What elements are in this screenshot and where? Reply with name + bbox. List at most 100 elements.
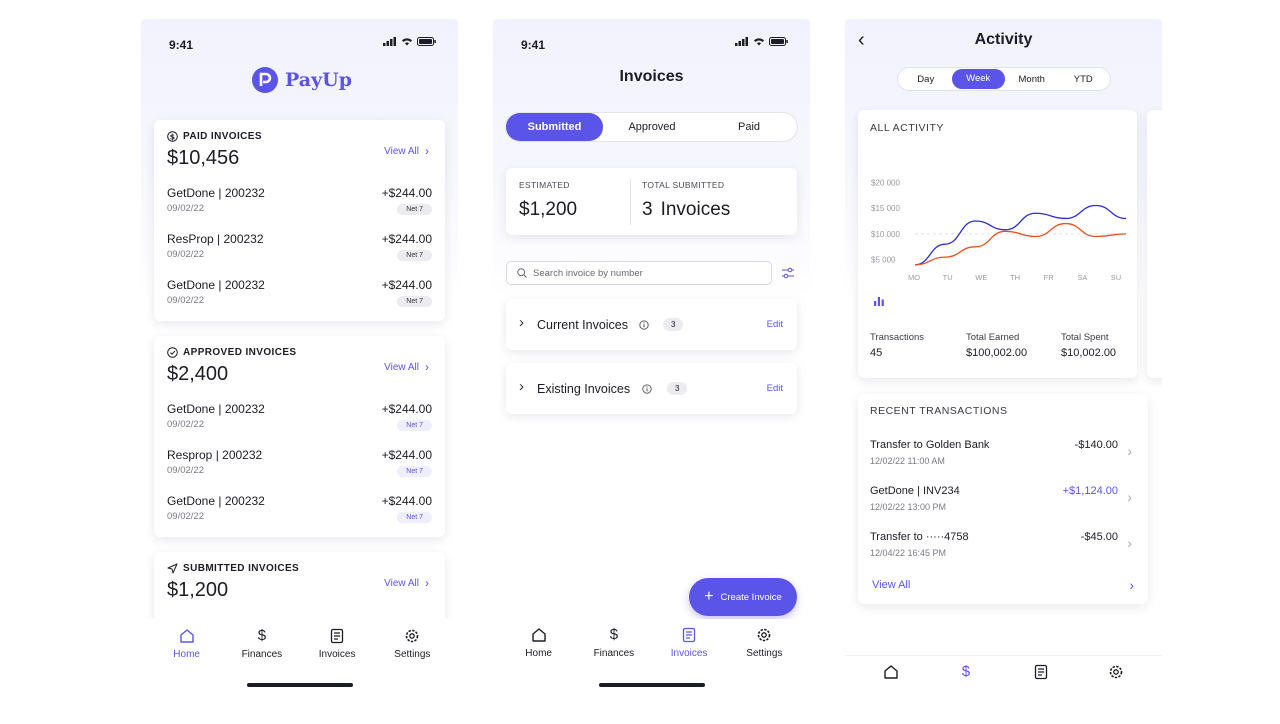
segment-submitted[interactable]: Submitted — [506, 113, 603, 141]
paid-view-all-link[interactable]: View All › — [384, 144, 429, 158]
submitted-view-all-link[interactable]: View All › — [384, 576, 429, 590]
brand-name: PayUp — [285, 69, 352, 91]
chevron-right-icon: › — [1127, 443, 1132, 459]
estimated-value: $1,200 — [519, 199, 578, 220]
approved-invoices-card: APPROVED INVOICES $2,400 View All › GetDo… — [154, 336, 445, 537]
y-tick-label: $10 000 — [871, 230, 900, 239]
chevron-right-icon: › — [1129, 577, 1134, 593]
tab-finances[interactable]: $ — [936, 664, 996, 699]
invoice-row[interactable]: GetDone | 200232 09/02/22 +$244.00 Net 7 — [167, 186, 432, 220]
total-submitted-value: 3 Invoices — [642, 199, 731, 220]
tab-settings[interactable] — [1086, 664, 1146, 699]
tab-invoices[interactable] — [1011, 664, 1071, 699]
gear-icon — [758, 628, 771, 642]
dollar-icon: $ — [609, 626, 619, 643]
segment-paid[interactable]: Paid — [701, 113, 797, 141]
page-title: Activity — [974, 31, 1033, 48]
x-tick-label: MO — [908, 273, 920, 282]
tab-finances[interactable]: $ Finances — [584, 627, 644, 689]
edit-link[interactable]: Edit — [767, 383, 783, 394]
invoice-group-current[interactable]: › Current Invoices 3 Edit — [506, 299, 797, 350]
info-icon — [639, 320, 649, 330]
tab-home[interactable]: Home — [157, 628, 217, 689]
invoice-row[interactable]: Resprop | 200232 09/02/22 +$244.00 Net 7 — [167, 448, 432, 482]
search-input[interactable]: Search invoice by number — [506, 261, 772, 285]
home-indicator — [247, 683, 353, 687]
x-tick-label: TU — [943, 273, 953, 282]
home-icon — [883, 665, 898, 679]
payup-logo-icon — [252, 67, 278, 93]
tab-finances[interactable]: $ Finances — [232, 628, 292, 689]
tab-invoices[interactable]: Invoices — [307, 628, 367, 689]
transaction-row[interactable]: Transfer to Golden Bank 12/02/22 11:00 A… — [870, 439, 1132, 473]
home-indicator — [599, 683, 705, 687]
edit-link[interactable]: Edit — [767, 319, 783, 330]
invoice-group-existing[interactable]: › Existing Invoices 3 Edit — [506, 363, 797, 414]
period-day[interactable]: Day — [900, 74, 952, 85]
paid-invoices-amount: $10,456 — [167, 147, 240, 169]
recent-title: RECENT TRANSACTIONS — [870, 405, 1008, 417]
transaction-row[interactable]: GetDone | INV234 12/02/22 13:00 PM +$1,1… — [870, 485, 1132, 519]
home-icon — [531, 628, 546, 642]
estimated-label: ESTIMATED — [519, 180, 570, 190]
segment-approved[interactable]: Approved — [603, 113, 701, 141]
filter-icon[interactable] — [781, 266, 795, 280]
signal-icon — [735, 37, 748, 46]
create-invoice-button[interactable]: + Create Invoice — [689, 578, 797, 616]
plus-icon: + — [704, 588, 714, 605]
group-count-badge: 3 — [667, 382, 688, 395]
bar-chart-icon[interactable] — [873, 295, 885, 307]
bottom-tab-bar: $ — [845, 655, 1162, 699]
tab-settings[interactable]: Settings — [734, 627, 794, 689]
period-week[interactable]: Week — [951, 69, 1005, 89]
recent-view-all-link[interactable]: View All › — [872, 577, 1134, 593]
invoice-icon — [1034, 664, 1048, 680]
transaction-row[interactable]: Transfer to ·····4758 12/04/22 16:45 PM … — [870, 531, 1132, 565]
term-badge: Net 7 — [397, 420, 432, 431]
wifi-icon — [754, 38, 764, 46]
total-submitted-label: TOTAL SUBMITTED — [642, 180, 725, 190]
tab-home[interactable] — [861, 664, 921, 699]
chevron-right-icon: › — [425, 576, 429, 590]
tab-home[interactable]: Home — [509, 627, 569, 689]
period-month[interactable]: Month — [1005, 74, 1058, 85]
activity-line-chart: $5 000 $10 000 $15 000 $20 000 MO TU WE TH FR SA S… — [871, 178, 1127, 282]
tab-invoices[interactable]: Invoices — [659, 627, 719, 689]
stat-total-spent: Total Spent $10,002.00 — [1061, 332, 1117, 359]
search-icon — [517, 268, 527, 278]
invoice-row[interactable]: ResProp | 200232 09/02/22 +$244.00 Net 7 — [167, 232, 432, 266]
status-time: 9:41 — [169, 38, 194, 52]
next-card-peek — [1147, 110, 1162, 378]
status-icons — [383, 37, 436, 46]
period-ytd[interactable]: YTD — [1058, 74, 1108, 85]
gear-icon — [1110, 665, 1123, 679]
signal-icon — [383, 37, 396, 46]
chevron-right-icon: › — [1127, 535, 1132, 551]
bottom-tab-bar: Home $ Finances Invoices Settings — [493, 619, 810, 689]
dollar-icon: $ — [257, 627, 267, 644]
summary-divider — [630, 179, 631, 225]
home-icon — [179, 629, 194, 643]
term-badge: Net 7 — [397, 466, 432, 477]
chart-title: ALL ACTIVITY — [870, 122, 944, 134]
approved-invoices-title: APPROVED INVOICES — [167, 347, 297, 358]
home-screen: 9:41 PayUp $ PAID INVOICES $10,456 View … — [141, 19, 458, 699]
search-placeholder: Search invoice by number — [533, 267, 643, 279]
invoice-row[interactable]: GetDone | 200232 09/02/22 +$244.00 Net 7 — [167, 494, 432, 528]
approved-view-all-link[interactable]: View All › — [384, 360, 429, 374]
term-badge: Net 7 — [397, 512, 432, 523]
term-badge: Net 7 — [397, 296, 432, 307]
gear-icon — [406, 629, 419, 643]
term-badge: Net 7 — [397, 204, 432, 215]
invoice-icon — [330, 628, 344, 644]
tab-settings[interactable]: Settings — [382, 628, 442, 689]
info-icon — [642, 384, 652, 394]
approved-invoices-amount: $2,400 — [167, 363, 229, 385]
y-tick-label: $15 000 — [871, 204, 900, 213]
y-tick-label: $5 000 — [871, 256, 896, 265]
invoice-row[interactable]: GetDone | 200232 09/02/22 +$244.00 Net 7 — [167, 278, 432, 312]
invoice-row[interactable]: GetDone | 200232 09/02/22 +$244.00 Net 7 — [167, 402, 432, 436]
paid-invoices-title: $ PAID INVOICES — [167, 131, 262, 142]
dollar-icon: $ — [961, 663, 971, 680]
status-time: 9:41 — [521, 38, 546, 52]
